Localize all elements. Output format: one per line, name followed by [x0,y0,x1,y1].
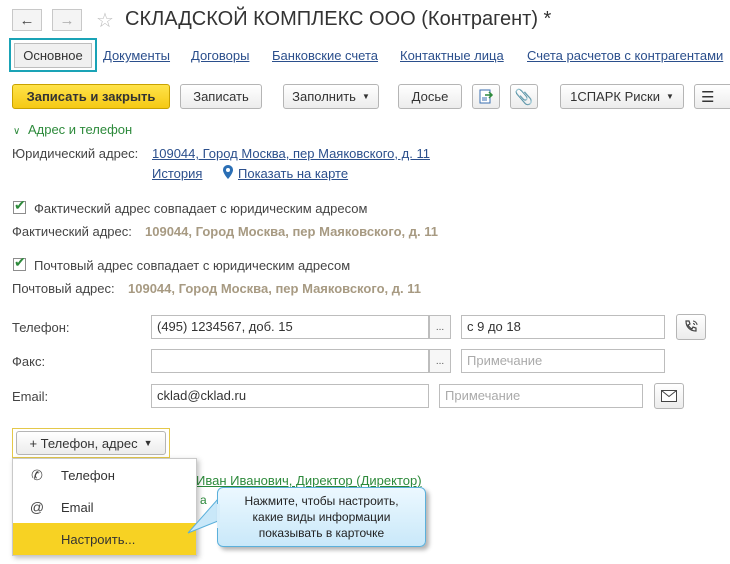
tab-main-label: Основное [14,42,92,68]
show-on-map-link[interactable]: Показать на карте [238,166,348,181]
tab-documents[interactable]: Документы [103,48,170,63]
history-link[interactable]: История [152,166,202,181]
caret-down-icon: ▼ [143,438,153,448]
back-button[interactable]: ← [12,9,42,31]
document-export-icon [479,89,494,103]
tab-bank-accounts[interactable]: Банковские счета [272,48,378,63]
contact-person-link[interactable]: Иван Иванович, Директор (Директор) [196,473,422,488]
fax-edit-button[interactable]: ... [429,349,451,373]
fill-button[interactable]: Заполнить ▼ [283,84,379,109]
phone-note-input[interactable]: с 9 до 18 [461,315,665,339]
phone-input[interactable]: (495) 1234567, доб. 15 [151,315,429,339]
postal-address-label: Почтовый адрес: [12,281,115,296]
tab-contacts[interactable]: Контактные лица [400,48,504,63]
attach-button[interactable]: 📎 [510,84,538,109]
add-info-menu: ✆ Телефон @ Email Настроить... [12,458,197,556]
fax-label: Факс: [12,354,46,369]
arrow-right-icon: → [59,11,75,29]
menu-item-email[interactable]: @ Email [13,491,196,523]
phone-label: Телефон: [12,320,70,335]
add-phone-address-button[interactable]: + Телефон, адрес ▼ [16,431,166,455]
fax-note-input[interactable]: Примечание [461,349,665,373]
list-icon: ☰ [701,88,715,106]
menu-item-phone[interactable]: ✆ Телефон [13,459,196,491]
tooltip: Нажмите, чтобы настроить, какие виды инф… [217,487,426,547]
phone-edit-button[interactable]: ... [429,315,451,339]
menu-item-label: Настроить... [61,531,136,547]
actual-address-label: Фактический адрес: [12,224,132,239]
legal-address-label: Юридический адрес: [12,146,139,161]
postal-address-checkbox-label: Почтовый адрес совпадает с юридическим а… [34,258,351,273]
phone-icon: ✆ [31,466,43,483]
caret-down-icon: ▼ [361,92,370,101]
phone-call-icon [685,320,698,332]
call-button[interactable] [676,314,706,340]
tab-main[interactable]: Основное [9,38,97,72]
paperclip-icon: 📎 [514,88,534,106]
more-button[interactable]: ☰ [694,84,730,109]
arrow-left-icon: ← [19,11,35,29]
save-button[interactable]: Записать [180,84,262,109]
page-title: СКЛАДСКОЙ КОМПЛЕКС ООО (Контрагент) * [125,8,552,30]
group-title: Адрес и телефон [27,122,133,137]
group-toggle[interactable]: ∨ Адрес и телефон [13,122,132,137]
tab-contracts[interactable]: Договоры [191,48,249,63]
tooltip-pointer [187,497,219,534]
dossier-button[interactable]: Досье [398,84,462,109]
export-button[interactable] [472,84,500,109]
actual-address-checkbox-label: Фактический адрес совпадает с юридически… [34,201,368,216]
tab-settlement-accounts[interactable]: Счета расчетов с контрагентами [527,48,723,63]
map-pin-icon [223,165,233,182]
email-note-input[interactable]: Примечание [439,384,643,408]
at-icon: @ [29,499,45,515]
fax-input[interactable] [151,349,429,373]
save-and-close-button[interactable]: Записать и закрыть [12,84,170,109]
email-input[interactable]: cklad@cklad.ru [151,384,429,408]
add-button-label: + Телефон, адрес [29,435,138,451]
actual-address-checkbox[interactable] [13,197,26,214]
send-email-button[interactable] [654,383,684,409]
legal-address-link[interactable]: 109044, Город Москва, пер Маяковского, д… [152,146,430,161]
email-label: Email: [12,389,49,404]
chevron-down-icon: ∨ [13,126,21,137]
spark-label: 1СПАРК Риски [570,89,660,104]
menu-item-configure[interactable]: Настроить... [13,523,196,555]
menu-item-label: Email [61,499,94,515]
star-icon[interactable]: ☆ [96,8,114,33]
envelope-icon [661,390,677,402]
menu-item-label: Телефон [61,467,115,483]
spark-risks-button[interactable]: 1СПАРК Риски ▼ [560,84,684,109]
postal-address-checkbox[interactable] [13,254,26,271]
actual-address-value: 109044, Город Москва, пер Маяковского, д… [145,224,438,239]
postal-address-value: 109044, Город Москва, пер Маяковского, д… [128,281,421,296]
tooltip-text: Нажмите, чтобы настроить, какие виды инф… [244,494,399,540]
caret-down-icon: ▼ [665,92,674,101]
forward-button[interactable]: → [52,9,82,31]
fill-label: Заполнить [292,89,356,104]
